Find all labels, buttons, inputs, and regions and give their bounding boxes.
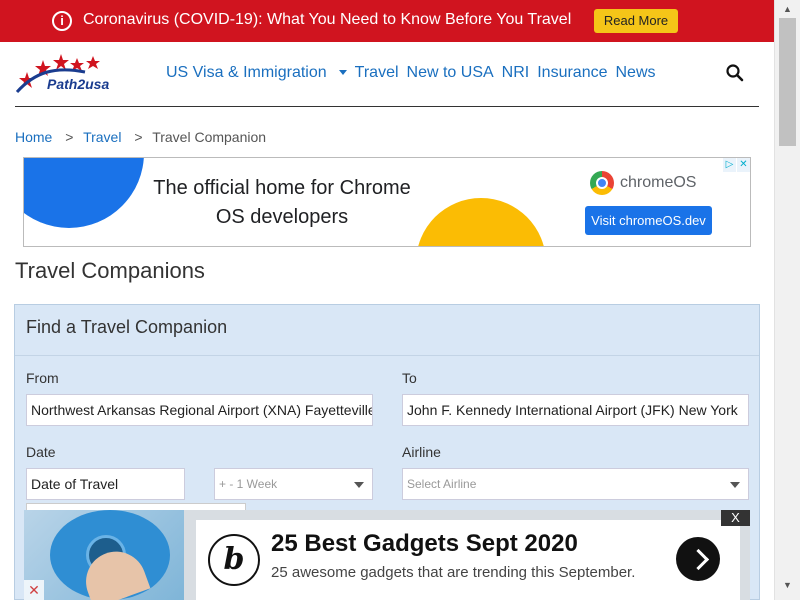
logo-text: Path2usa [47,76,110,92]
date-flex-select[interactable]: + - 1 Week [214,468,373,500]
chevron-down-icon [730,482,740,488]
nav-item-us-visa[interactable]: US Visa & Immigration [166,64,347,82]
main-nav: US Visa & Immigration Travel New to USA … [166,64,664,82]
ad-headline: The official home for Chrome OS develope… [153,177,411,228]
ad-card[interactable]: b 25 Best Gadgets Sept 2020 25 awesome g… [196,520,740,600]
ad-dismiss-icon[interactable]: ✕ [24,580,44,600]
scroll-up-arrow-icon[interactable]: ▲ [775,0,800,18]
header-divider [15,106,759,107]
gadgets-overlay-ad[interactable]: b 25 Best Gadgets Sept 2020 25 awesome g… [24,510,750,600]
scroll-thumb[interactable] [779,18,796,146]
ad-subtitle: 25 awesome gadgets that are trending thi… [271,564,636,581]
ad-brand: chromeOS [590,171,696,195]
close-icon[interactable]: ✕ [736,158,750,172]
scroll-down-arrow-icon[interactable]: ▼ [775,576,800,594]
ad-close-button[interactable]: X [721,510,750,526]
breadcrumb-current: Travel Companion [152,129,267,145]
nav-item-insurance[interactable]: Insurance [537,64,607,82]
to-label: To [402,370,417,386]
airline-label: Airline [402,444,441,460]
alert-message[interactable]: Coronavirus (COVID-19): What You Need to… [83,11,571,29]
page-scrollbar[interactable]: ▲ ▼ [774,0,800,600]
b-logo-icon: b [208,534,260,586]
search-icon[interactable] [725,63,745,83]
date-label: Date [26,444,56,460]
from-airport-input[interactable]: Northwest Arkansas Regional Airport (XNA… [26,394,373,426]
breadcrumb-home[interactable]: Home [15,129,52,145]
date-flex-value: + - 1 Week [219,477,278,491]
nav-item-label: US Visa & Immigration [166,64,327,81]
breadcrumb: Home > Travel > Travel Companion [15,129,266,145]
adchoices-icon[interactable]: ▷ [722,158,736,172]
chevron-down-icon [338,70,347,76]
from-label: From [26,370,59,386]
read-more-button[interactable]: Read More [594,9,678,33]
breadcrumb-separator: > [134,129,143,145]
ad-brand-label: chromeOS [620,174,697,191]
nav-item-nri[interactable]: NRI [502,64,530,82]
site-logo[interactable]: Path2usa [15,52,140,96]
airline-select[interactable]: Select Airline [402,468,749,500]
chrome-logo-icon [590,171,614,195]
date-input[interactable]: Date of Travel [26,468,185,500]
arrow-right-icon[interactable] [676,537,720,581]
ad-title: 25 Best Gadgets Sept 2020 [271,530,578,557]
ad-decoration [416,198,546,246]
panel-title: Find a Travel Companion [26,317,228,337]
info-icon: i [52,11,72,31]
breadcrumb-travel[interactable]: Travel [83,129,121,145]
ad-cta-button[interactable]: Visit chromeOS.dev [585,206,712,235]
chromeos-ad-banner[interactable]: The official home for Chrome OS develope… [23,157,751,247]
to-airport-input[interactable]: John F. Kennedy International Airport (J… [402,394,749,426]
nav-item-travel[interactable]: Travel [355,64,399,82]
nav-item-news[interactable]: News [615,64,655,82]
covid-alert-bar: i Coronavirus (COVID-19): What You Need … [0,0,774,42]
ad-decoration [24,158,144,228]
ad-product-image [24,510,184,600]
nav-item-new-to-usa[interactable]: New to USA [407,64,494,82]
breadcrumb-separator: > [65,129,74,145]
adchoices[interactable]: ▷ ✕ [722,158,750,172]
airline-placeholder: Select Airline [407,477,477,491]
panel-divider [15,355,759,356]
page-title: Travel Companions [15,258,205,283]
chevron-down-icon [354,482,364,488]
